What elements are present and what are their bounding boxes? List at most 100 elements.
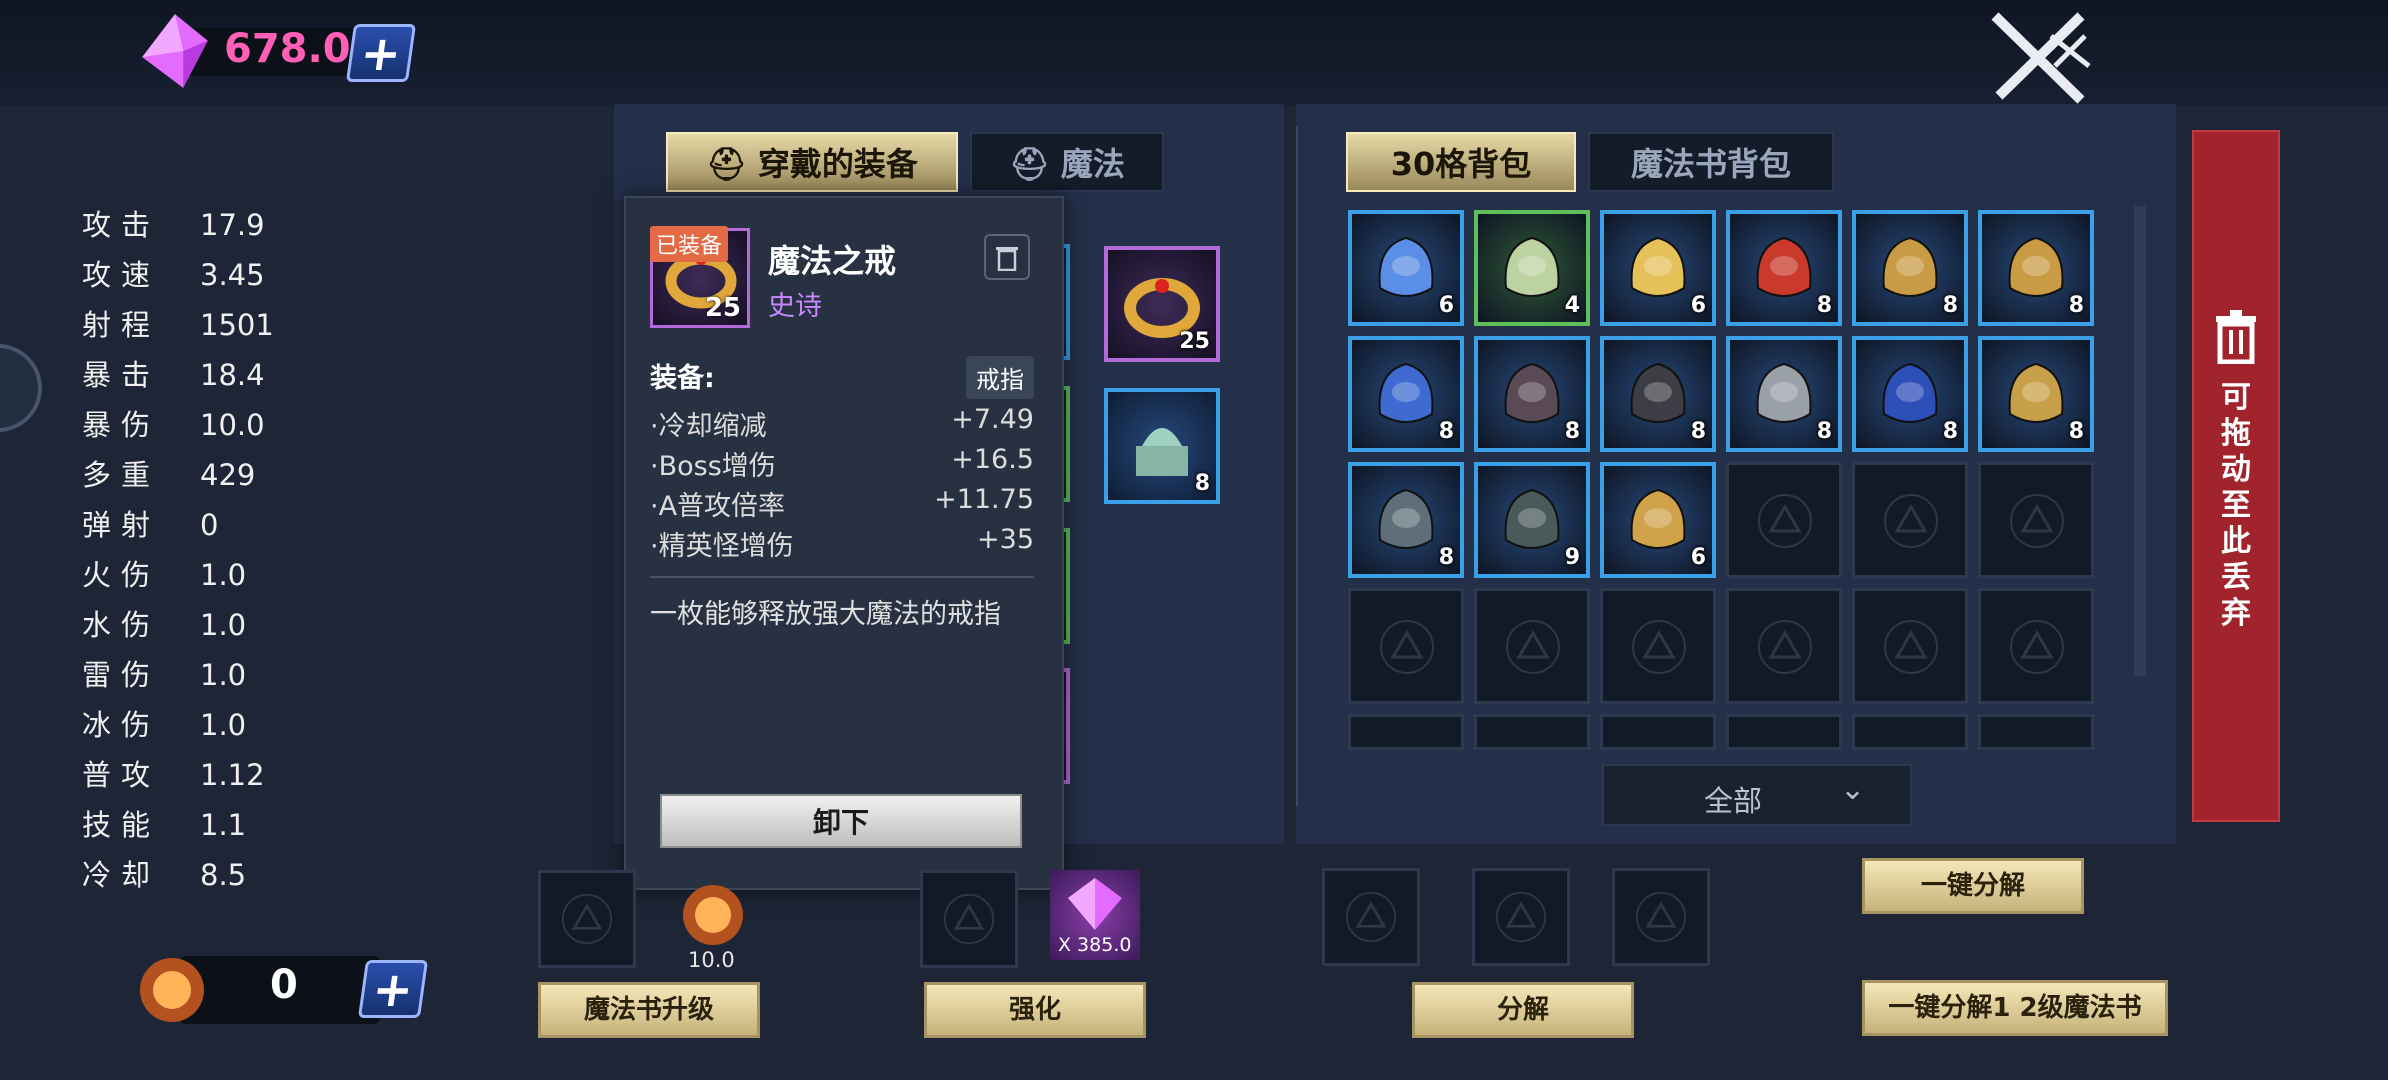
gold-crown-ring-icon — [1630, 488, 1686, 549]
stat-label: 多重 — [82, 458, 161, 492]
gem-icon — [1068, 878, 1122, 930]
item-count: 8 — [2068, 419, 2084, 444]
item-count: 8 — [1690, 419, 1706, 444]
filter-label: 全部 — [1704, 784, 1763, 818]
empty-bag-slot[interactable] — [1978, 588, 2094, 704]
trash-icon — [2216, 310, 2256, 364]
tooltip-item-rarity: 史诗 — [768, 291, 822, 322]
equipped-badge: 已装备 — [650, 226, 729, 262]
bag-item-slot[interactable]: 8 — [1474, 336, 1590, 452]
item-count: 4 — [1564, 293, 1580, 318]
dark-helmet-icon — [1504, 362, 1560, 423]
tab-equipped[interactable]: ⛑ 穿戴的装备 — [666, 132, 958, 192]
trash-icon — [996, 247, 1018, 271]
bag-item-slot[interactable]: 8 — [1852, 336, 1968, 452]
empty-bag-slot[interactable] — [1348, 714, 1464, 750]
bag-item-slot[interactable]: 8 — [1348, 462, 1464, 578]
tooltip-stat-row: ·冷却缩减 +7.49 — [650, 404, 1034, 443]
tooltip-trash-button[interactable] — [984, 234, 1030, 280]
item-count: 8 — [2068, 293, 2084, 318]
stat-label: 暴伤 — [82, 408, 161, 442]
stat-value: 1501 — [200, 308, 274, 342]
bag-item-slot[interactable]: 8 — [1726, 210, 1842, 326]
enhance-button[interactable]: 强化 — [924, 982, 1146, 1038]
stat-label: 冰伤 — [82, 708, 161, 742]
bag-item-slot[interactable]: 8 — [1978, 210, 2094, 326]
jade-seal-icon — [1136, 428, 1188, 476]
stat-label: 攻速 — [82, 258, 161, 292]
stat-label: 冷却 — [82, 858, 161, 892]
ghost-cloak-icon — [1504, 236, 1560, 297]
empty-slot-icon — [1495, 891, 1547, 943]
upgrade-cost: 10.0 — [688, 948, 735, 972]
stat-label: 雷伤 — [82, 658, 161, 692]
empty-bag-slot[interactable] — [1474, 714, 1590, 750]
bag-item-slot[interactable]: 6 — [1348, 210, 1464, 326]
add-essence-button[interactable]: + — [357, 960, 429, 1018]
tooltip-stat-value: +11.75 — [934, 484, 1034, 515]
tab-bag-30[interactable]: 30格背包 — [1346, 132, 1576, 192]
bag-item-slot[interactable]: 8 — [1348, 336, 1464, 452]
empty-bag-slot[interactable] — [1726, 462, 1842, 578]
equip-slot-seal[interactable]: 8 — [1104, 388, 1220, 504]
side-collapse-tab[interactable] — [0, 344, 42, 432]
bag-item-slot[interactable]: 8 — [1726, 336, 1842, 452]
bag-item-slot[interactable]: 8 — [1600, 336, 1716, 452]
empty-bag-slot[interactable] — [1852, 714, 1968, 750]
decompose-slot[interactable] — [1472, 868, 1570, 966]
tab-magic[interactable]: ⛑ 魔法 — [970, 132, 1164, 192]
stat-value: 17.9 — [200, 208, 265, 242]
close-icon[interactable] — [1985, 6, 2095, 106]
item-count: 8 — [1564, 419, 1580, 444]
stat-value: 1.12 — [200, 758, 265, 792]
spiked-armor-icon — [1504, 488, 1560, 549]
empty-bag-slot[interactable] — [1852, 588, 1968, 704]
unequip-button[interactable]: 卸下 — [660, 794, 1022, 848]
stat-row: 冷却 8.5 — [82, 852, 246, 894]
empty-bag-slot[interactable] — [1726, 714, 1842, 750]
empty-bag-slot[interactable] — [1348, 588, 1464, 704]
stat-value: 1.1 — [200, 808, 247, 842]
filter-dropdown[interactable]: 全部 ⌄ — [1602, 764, 1912, 826]
essence-orb-icon — [683, 885, 743, 945]
chevron-down-icon: ⌄ — [1840, 772, 1866, 807]
empty-slot-icon — [1632, 620, 1686, 674]
empty-bag-slot[interactable] — [1978, 462, 2094, 578]
spellbook-input-slot[interactable] — [538, 870, 636, 968]
item-count: 8 — [1438, 419, 1454, 444]
bag-item-slot[interactable]: 8 — [1978, 336, 2094, 452]
tooltip-stat-label: ·Boss增伤 — [650, 451, 776, 482]
stat-label: 攻击 — [82, 208, 161, 242]
bag-item-slot[interactable]: 6 — [1600, 210, 1716, 326]
empty-bag-slot[interactable] — [1852, 462, 1968, 578]
decompose-slot[interactable] — [1612, 868, 1710, 966]
item-count: 9 — [1564, 545, 1580, 570]
equip-slot-ring[interactable]: 25 — [1104, 246, 1220, 362]
empty-bag-slot[interactable] — [1978, 714, 2094, 750]
decompose-button[interactable]: 分解 — [1412, 982, 1634, 1038]
auto-decompose-button[interactable]: 一键分解 — [1862, 858, 2084, 914]
empty-bag-slot[interactable] — [1726, 588, 1842, 704]
bag-scrollbar[interactable] — [2134, 206, 2146, 676]
bag-item-slot[interactable]: 8 — [1852, 210, 1968, 326]
stat-label: 暴击 — [82, 358, 161, 392]
gold-dragon-ring-icon — [1630, 236, 1686, 297]
divider — [1296, 126, 1298, 806]
silver-crown-icon — [1756, 362, 1812, 423]
bag-item-slot[interactable]: 9 — [1474, 462, 1590, 578]
empty-bag-slot[interactable] — [1474, 588, 1590, 704]
empty-bag-slot[interactable] — [1600, 588, 1716, 704]
bag-item-slot[interactable]: 6 — [1600, 462, 1716, 578]
discard-label: 可拖动至此丢弃 — [2221, 380, 2251, 631]
empty-bag-slot[interactable] — [1600, 714, 1716, 750]
helmet-icon: ⛑ — [1009, 145, 1061, 183]
tab-spellbook-bag[interactable]: 魔法书背包 — [1588, 132, 1834, 192]
divider — [650, 576, 1034, 578]
auto-decompose-spellbook-button[interactable]: 一键分解1 2级魔法书 — [1862, 980, 2168, 1036]
decompose-slot[interactable] — [1322, 868, 1420, 966]
enhance-input-slot[interactable] — [920, 870, 1018, 968]
add-gems-button[interactable]: + — [345, 24, 417, 82]
bag-item-slot[interactable]: 4 — [1474, 210, 1590, 326]
stat-row: 多重 429 — [82, 452, 255, 494]
spellbook-upgrade-button[interactable]: 魔法书升级 — [538, 982, 760, 1038]
